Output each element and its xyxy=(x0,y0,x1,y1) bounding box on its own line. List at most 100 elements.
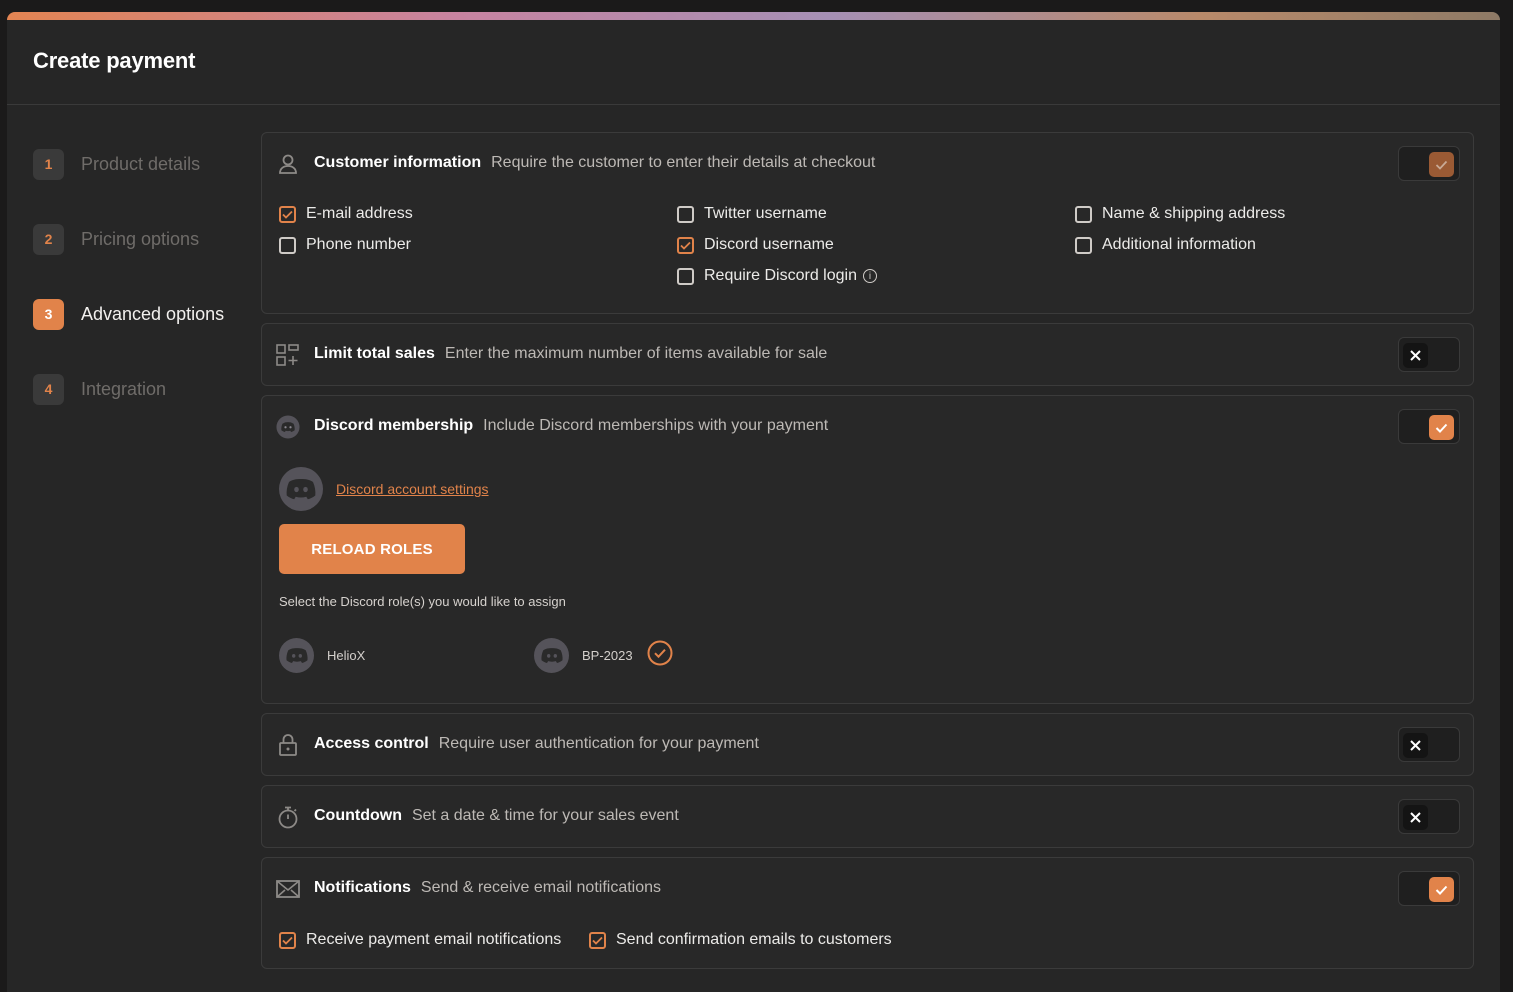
page-title: Create payment xyxy=(33,48,196,73)
card-description: Include Discord memberships with your pa… xyxy=(483,417,829,434)
discord-membership-card: Discord membership Include Discord member… xyxy=(261,395,1474,704)
step-product-details[interactable]: 1 Product details xyxy=(33,148,200,180)
customer-information-toggle[interactable] xyxy=(1398,146,1460,181)
roles-label: Select the Discord role(s) you would lik… xyxy=(279,594,566,609)
limit-total-sales-toggle[interactable] xyxy=(1398,337,1460,372)
access-control-toggle[interactable] xyxy=(1398,727,1460,762)
send-confirmation-checkbox[interactable]: Send confirmation emails to customers xyxy=(589,929,892,951)
checkbox-box xyxy=(279,205,296,223)
grid-add-icon xyxy=(276,343,300,367)
checkbox-box xyxy=(589,931,606,949)
step-label: Advanced options xyxy=(81,303,225,324)
checkbox-box xyxy=(1075,236,1092,254)
gradient-bar xyxy=(7,12,1500,20)
card-description: Set a date & time for your sales event xyxy=(411,807,679,824)
close-icon xyxy=(1403,343,1428,368)
countdown-toggle[interactable] xyxy=(1398,799,1460,834)
card-title-text: Discord membership xyxy=(314,417,474,434)
checkbox-label: Additional information xyxy=(1102,236,1256,253)
card-title: Countdown Set a date & time for your sale… xyxy=(314,807,679,825)
notifications-card: Notifications Send & receive email notifi… xyxy=(261,857,1474,969)
step-advanced-options[interactable]: 3 Advanced options xyxy=(33,298,224,330)
step-integration[interactable]: 4 Integration xyxy=(33,373,166,405)
phone-checkbox[interactable]: Phone number xyxy=(279,234,411,256)
card-header: Discord membership Include Discord member… xyxy=(262,396,1473,458)
card-title-text: Access control xyxy=(314,735,429,752)
card-header: Customer information Require the customer… xyxy=(262,133,1473,195)
card-description: Require the customer to enter their deta… xyxy=(491,154,876,171)
twitter-checkbox[interactable]: Twitter username xyxy=(677,203,827,225)
discord-icon xyxy=(276,415,300,439)
checkbox-label: Twitter username xyxy=(704,205,827,222)
card-description: Send & receive email notifications xyxy=(420,879,662,896)
checkbox-label: Discord username xyxy=(704,236,834,253)
checkbox-box xyxy=(279,931,296,949)
card-title-text: Customer information xyxy=(314,154,482,171)
email-checkbox[interactable]: E-mail address xyxy=(279,203,413,225)
checkbox-box xyxy=(677,236,694,254)
shipping-address-checkbox[interactable]: Name & shipping address xyxy=(1075,203,1285,225)
card-title: Limit total sales Enter the maximum numbe… xyxy=(314,345,827,363)
discord-avatar xyxy=(279,467,323,511)
card-title-text: Countdown xyxy=(314,807,402,824)
role-name: HelioX xyxy=(327,648,366,663)
header: Create payment xyxy=(7,20,1500,105)
card-title: Customer information Require the customer… xyxy=(314,154,875,172)
step-number: 3 xyxy=(33,298,64,330)
check-icon xyxy=(1429,877,1454,902)
card-title-text: Limit total sales xyxy=(314,345,435,362)
card-description: Require user authentication for your pay… xyxy=(438,735,759,752)
discord-account-settings-link[interactable]: Discord account settings xyxy=(336,481,489,497)
create-payment-panel: Create payment 1 Product details 2 Prici… xyxy=(7,12,1500,992)
checkbox-box xyxy=(1075,205,1092,223)
limit-total-sales-card: Limit total sales Enter the maximum numbe… xyxy=(261,323,1474,386)
envelope-icon xyxy=(276,877,300,901)
access-control-card: Access control Require user authenticatio… xyxy=(261,713,1474,776)
discord-role-icon xyxy=(279,638,314,673)
card-header: Notifications Send & receive email notifi… xyxy=(262,858,1473,920)
checkbox-box xyxy=(279,236,296,254)
selected-check-icon xyxy=(647,640,673,671)
card-header: Limit total sales Enter the maximum numbe… xyxy=(262,324,1473,386)
step-label: Product details xyxy=(81,153,201,174)
card-header: Access control Require user authenticatio… xyxy=(262,714,1473,776)
notifications-toggle[interactable] xyxy=(1398,871,1460,906)
card-title: Notifications Send & receive email notifi… xyxy=(314,879,661,897)
step-pricing-options[interactable]: 2 Pricing options xyxy=(33,223,199,255)
checkbox-label: Name & shipping address xyxy=(1102,205,1286,222)
check-icon xyxy=(1429,415,1454,440)
step-number: 1 xyxy=(33,148,64,180)
info-icon[interactable]: i xyxy=(862,269,877,283)
close-icon xyxy=(1403,805,1428,830)
close-icon xyxy=(1403,733,1428,758)
checkbox-label: Require Discord login xyxy=(704,267,857,284)
checkbox-label: Phone number xyxy=(306,236,411,253)
user-icon xyxy=(276,152,300,176)
card-description: Enter the maximum number of items availa… xyxy=(444,345,828,362)
additional-info-checkbox[interactable]: Additional information xyxy=(1075,234,1256,256)
reload-roles-button[interactable]: RELOAD ROLES xyxy=(279,524,465,574)
checkbox-label: Receive payment email notifications xyxy=(306,931,562,948)
step-number: 4 xyxy=(33,373,64,405)
step-number: 2 xyxy=(33,223,64,255)
card-header: Countdown Set a date & time for your sale… xyxy=(262,786,1473,848)
step-label: Pricing options xyxy=(81,228,200,249)
checkbox-label: E-mail address xyxy=(306,205,413,222)
role-name: BP-2023 xyxy=(582,648,633,663)
countdown-card: Countdown Set a date & time for your sale… xyxy=(261,785,1474,848)
discord-username-checkbox[interactable]: Discord username xyxy=(677,234,834,256)
discord-membership-toggle[interactable] xyxy=(1398,409,1460,444)
check-icon xyxy=(1429,152,1454,177)
step-label: Integration xyxy=(81,378,167,399)
receive-notifications-checkbox[interactable]: Receive payment email notifications xyxy=(279,929,561,951)
card-title-text: Notifications xyxy=(314,879,411,896)
discord-login-checkbox[interactable]: Require Discord login i xyxy=(677,265,877,287)
discord-role-icon xyxy=(534,638,569,673)
card-title: Access control Require user authenticatio… xyxy=(314,735,759,753)
customer-information-card: Customer information Require the customer… xyxy=(261,132,1474,314)
role-item-bp-2023[interactable]: BP-2023 xyxy=(534,638,673,673)
checkbox-box xyxy=(677,205,694,223)
checkbox-label: Send confirmation emails to customers xyxy=(616,931,892,948)
stopwatch-icon xyxy=(276,805,300,829)
role-item-heliox[interactable]: HelioX xyxy=(279,638,365,673)
